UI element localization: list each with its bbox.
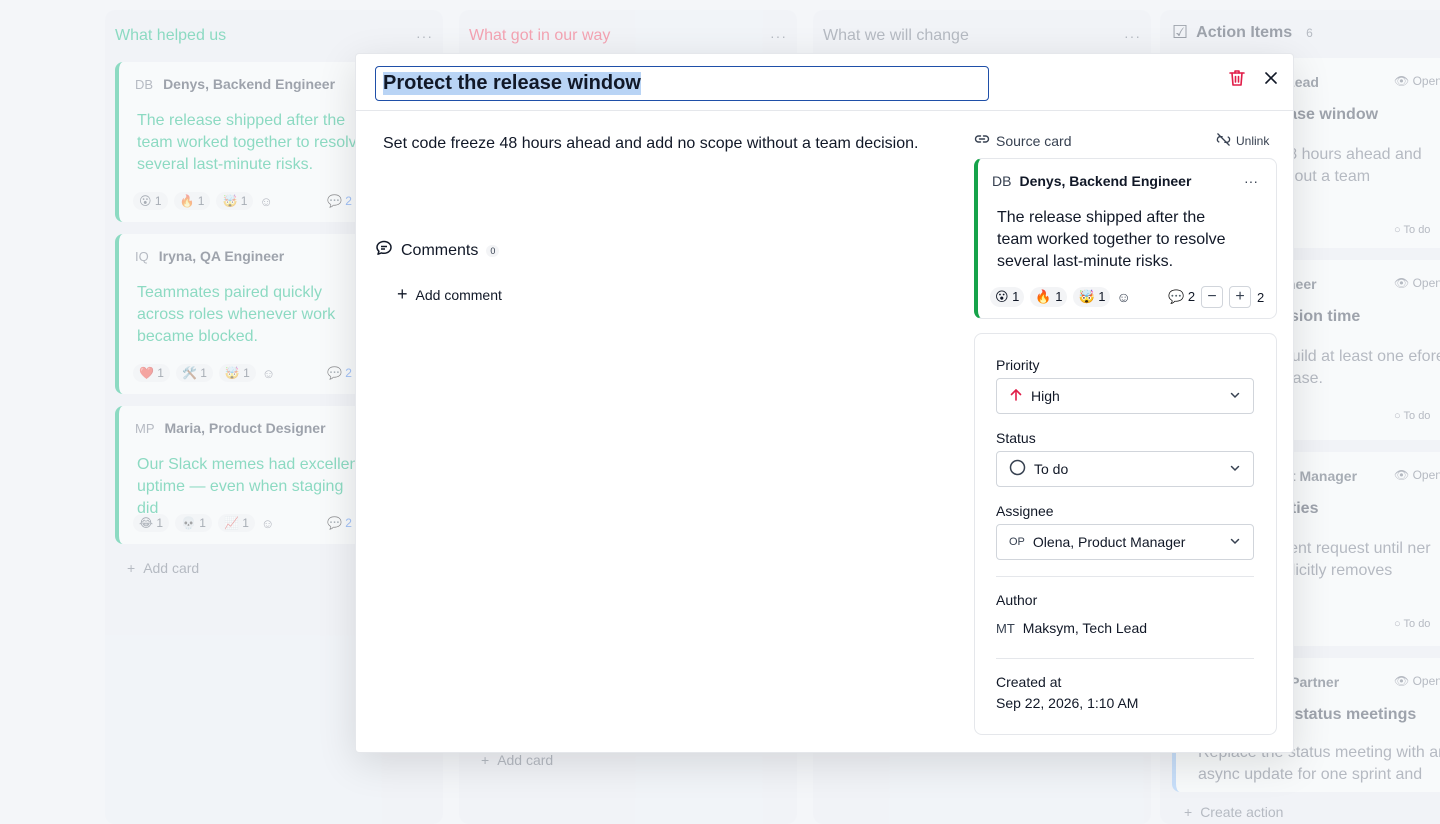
add-comment-button[interactable]: + Add comment bbox=[397, 284, 502, 305]
reaction[interactable]: 🤯 1 bbox=[216, 192, 254, 210]
column-menu-icon[interactable]: ··· bbox=[770, 28, 787, 44]
source-card[interactable]: DB Denys, Backend Engineer ··· The relea… bbox=[974, 158, 1277, 319]
chevron-down-icon bbox=[1229, 534, 1241, 550]
upvote-button[interactable]: + bbox=[1229, 286, 1252, 308]
column-title: What helped us bbox=[115, 27, 227, 44]
card-author: Maria, Product Designer bbox=[164, 420, 326, 436]
reaction[interactable]: 😮 1 bbox=[990, 287, 1025, 307]
avatar: MT bbox=[996, 620, 1015, 636]
vote-count: 2 bbox=[1257, 289, 1265, 305]
open-button[interactable]: 👁 Open bbox=[1394, 468, 1440, 482]
card-author: Iryna, QA Engineer bbox=[158, 248, 285, 264]
priority-label: Priority bbox=[996, 357, 1040, 373]
card-text: The release shipped after the team worke… bbox=[997, 209, 1226, 270]
comment-count[interactable]: 💬 2 bbox=[327, 516, 352, 530]
add-reaction-icon[interactable]: ☺ bbox=[261, 516, 274, 531]
plus-icon: + bbox=[127, 560, 136, 576]
action-items-title: Action Items bbox=[1196, 23, 1293, 41]
column-menu-icon[interactable]: ··· bbox=[416, 28, 433, 44]
avatar: OP bbox=[1009, 536, 1025, 548]
column-title: What we will change bbox=[823, 27, 969, 44]
card-text: The release shipped after the team worke… bbox=[137, 112, 366, 173]
card-text: Our Slack memes had excellent uptime — e… bbox=[137, 456, 363, 517]
card-author: Denys, Backend Engineer bbox=[1019, 173, 1192, 189]
arrow-up-icon bbox=[1009, 388, 1023, 405]
trash-icon[interactable] bbox=[1227, 68, 1247, 88]
column-menu-icon[interactable]: ··· bbox=[1124, 28, 1141, 44]
reaction[interactable]: 😮 1 bbox=[133, 192, 168, 210]
modal-header: Protect the release window bbox=[356, 54, 1293, 111]
reaction[interactable]: 📈 1 bbox=[217, 514, 255, 532]
comment-count[interactable]: 💬 2 bbox=[327, 366, 352, 380]
divider bbox=[996, 658, 1254, 659]
chevron-down-icon bbox=[1229, 461, 1241, 477]
add-card-button[interactable]: + Add card bbox=[127, 560, 199, 576]
comment-icon bbox=[375, 239, 393, 262]
unlink-icon bbox=[1216, 132, 1231, 150]
reaction[interactable]: 😂 1 bbox=[133, 514, 170, 532]
status-badge: ○ To do bbox=[1394, 224, 1431, 236]
checklist-icon: ☑ bbox=[1172, 22, 1189, 42]
reaction[interactable]: 🛠️ 1 bbox=[175, 364, 213, 382]
assignee-label: Assignee bbox=[996, 503, 1054, 519]
description-text[interactable]: Set code freeze 48 hours ahead and add n… bbox=[383, 135, 918, 153]
author-value: MT Maksym, Tech Lead bbox=[996, 620, 1148, 636]
plus-icon: + bbox=[397, 284, 408, 304]
avatar: DB bbox=[135, 76, 154, 92]
priority-select[interactable]: High bbox=[996, 378, 1254, 414]
reaction[interactable]: 🤯 1 bbox=[218, 364, 256, 382]
add-reaction-icon[interactable]: ☺ bbox=[262, 366, 275, 381]
action-items-count: 6 bbox=[1306, 25, 1313, 40]
status-badge: ○ To do bbox=[1394, 618, 1431, 630]
open-button[interactable]: 👁 Open bbox=[1394, 276, 1440, 290]
plus-icon: + bbox=[1184, 804, 1193, 820]
status-select[interactable]: To do bbox=[996, 451, 1254, 487]
status-badge: ○ To do bbox=[1394, 410, 1431, 422]
downvote-button[interactable]: − bbox=[1201, 286, 1224, 308]
reaction[interactable]: 💀 1 bbox=[175, 514, 212, 532]
avatar: MP bbox=[135, 420, 155, 436]
reaction[interactable]: 🔥 1 bbox=[1030, 287, 1068, 307]
comments-count: 0 bbox=[486, 244, 500, 257]
circle-icon bbox=[1009, 459, 1026, 479]
reaction[interactable]: 🔥 1 bbox=[173, 192, 211, 210]
card-author: Denys, Backend Engineer bbox=[163, 76, 336, 92]
add-reaction-icon[interactable]: ☺ bbox=[1116, 289, 1130, 305]
created-value: Sep 22, 2026, 1:10 AM bbox=[996, 695, 1139, 711]
assignee-select[interactable]: OP Olena, Product Manager bbox=[996, 524, 1254, 560]
open-button[interactable]: 👁 Open bbox=[1394, 74, 1440, 88]
properties-panel: Priority High Status To do Assignee OP O… bbox=[974, 333, 1277, 735]
created-label: Created at bbox=[996, 674, 1062, 690]
column-title: What got in our way bbox=[469, 27, 611, 44]
title-input[interactable]: Protect the release window bbox=[375, 66, 989, 101]
divider bbox=[996, 576, 1254, 577]
more-icon[interactable]: ··· bbox=[1244, 173, 1258, 189]
card-text: Teammates paired quickly across roles wh… bbox=[137, 284, 336, 345]
reaction[interactable]: 🤯 1 bbox=[1073, 287, 1111, 307]
unlink-button[interactable]: Unlink bbox=[1216, 132, 1269, 150]
open-button[interactable]: 👁 Open bbox=[1394, 674, 1440, 688]
close-icon[interactable] bbox=[1261, 68, 1281, 88]
reaction[interactable]: ❤️ 1 bbox=[133, 364, 170, 382]
comments-label: Comments bbox=[401, 241, 479, 259]
source-card-header: Source card bbox=[974, 131, 1071, 150]
avatar: DB bbox=[992, 173, 1012, 189]
link-icon bbox=[974, 131, 990, 150]
comment-count[interactable]: 💬 2 bbox=[327, 194, 352, 208]
plus-icon: + bbox=[481, 752, 490, 768]
add-card-button[interactable]: + Add card bbox=[481, 752, 553, 768]
comment-count[interactable]: 💬 2 bbox=[1168, 289, 1195, 305]
add-reaction-icon[interactable]: ☺ bbox=[259, 194, 272, 209]
avatar: IQ bbox=[135, 248, 149, 264]
create-action-button[interactable]: + Create action bbox=[1184, 804, 1283, 820]
action-item-modal: Protect the release window Set code free… bbox=[355, 53, 1294, 753]
comments-header: Comments 0 bbox=[375, 239, 500, 262]
chevron-down-icon bbox=[1229, 388, 1241, 404]
author-label: Author bbox=[996, 592, 1038, 608]
status-label: Status bbox=[996, 430, 1036, 446]
